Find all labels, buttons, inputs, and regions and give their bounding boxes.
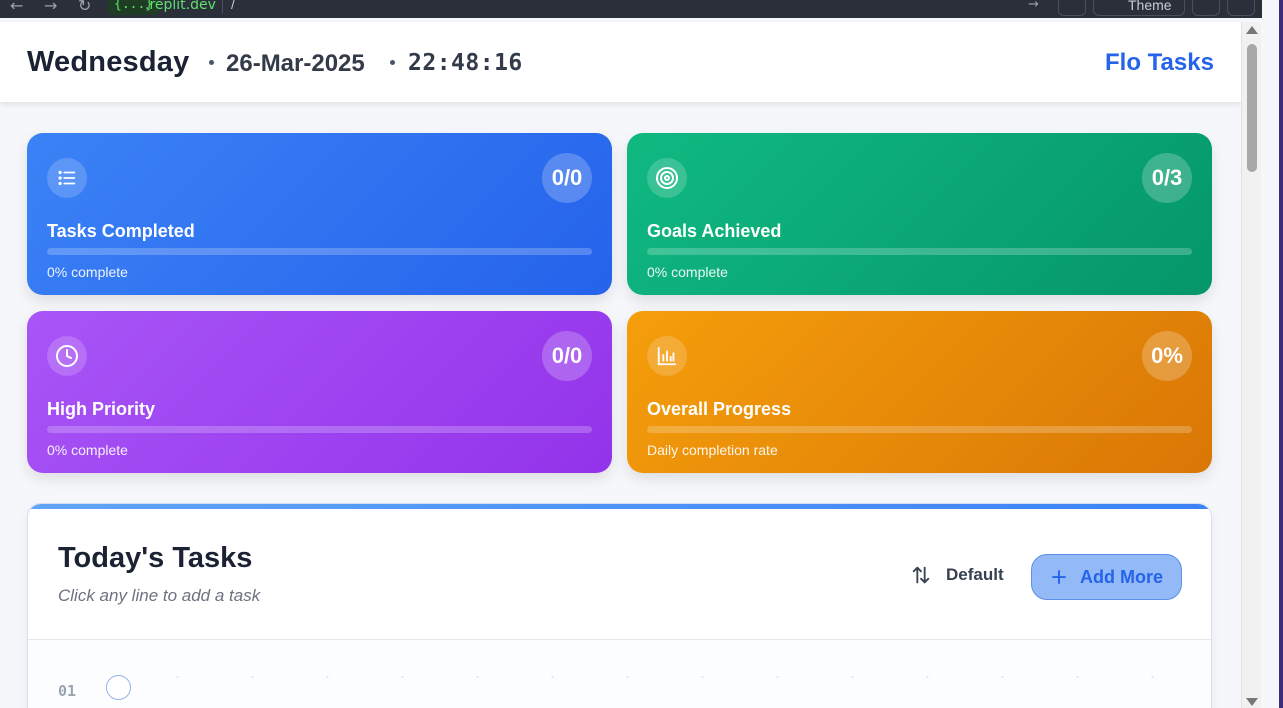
plus-icon xyxy=(1052,570,1066,584)
reload-icon[interactable]: ↻ xyxy=(78,0,91,15)
url-separator xyxy=(222,0,223,14)
progress-bar xyxy=(47,248,592,255)
tasks-title: Today's Tasks xyxy=(58,542,253,574)
stat-subtitle: 0% complete xyxy=(47,264,128,280)
stat-card-overall-progress[interactable]: 0% Overall Progress Daily completion rat… xyxy=(627,311,1212,473)
stat-count: 0/3 xyxy=(1142,153,1192,203)
stat-card-goals-achieved[interactable]: 0/3 Goals Achieved 0% complete xyxy=(627,133,1212,295)
tasks-hint: Click any line to add a task xyxy=(58,586,261,605)
stat-subtitle: 0% complete xyxy=(647,264,728,280)
devtools-icon[interactable] xyxy=(1192,0,1220,16)
device-icon[interactable] xyxy=(1058,0,1086,16)
stat-card-tasks-completed[interactable]: 0/0 Tasks Completed 0% complete xyxy=(27,133,612,295)
brand-logo[interactable]: Flo Tasks xyxy=(1105,49,1214,77)
stat-subtitle: 0% complete xyxy=(47,442,128,458)
stat-subtitle: Daily completion rate xyxy=(647,442,778,458)
target-icon xyxy=(647,158,687,198)
stat-card-high-priority[interactable]: 0/0 High Priority 0% complete xyxy=(27,311,612,473)
forward-arrow-icon[interactable]: → xyxy=(44,0,57,15)
sort-icon xyxy=(912,566,930,584)
separator-dot xyxy=(390,60,395,65)
theme-button[interactable]: Theme xyxy=(1093,0,1185,16)
browser-toolbar: ← → ↻ {...} .replit.dev / → Theme xyxy=(0,0,1262,18)
stat-label: High Priority xyxy=(47,399,156,419)
stat-count: 0/0 xyxy=(542,153,592,203)
task-checkbox[interactable] xyxy=(106,675,131,700)
weekday-label: Wednesday xyxy=(27,46,190,78)
sort-label: Default xyxy=(946,565,1004,584)
open-external-icon[interactable] xyxy=(1227,0,1255,16)
task-row[interactable]: 01 xyxy=(28,640,1211,708)
tasks-panel: Today's Tasks Click any line to add a ta… xyxy=(27,503,1212,708)
task-row-number: 01 xyxy=(58,682,77,700)
clock-label: 22:48:16 xyxy=(408,50,523,76)
date-label: 26-Mar-2025 xyxy=(226,50,365,77)
scroll-down-icon[interactable] xyxy=(1246,698,1258,706)
stat-count: 0% xyxy=(1142,331,1192,381)
back-arrow-icon[interactable]: ← xyxy=(10,0,23,15)
bar-chart-icon xyxy=(647,336,687,376)
window-edge xyxy=(1279,0,1283,708)
stat-count: 0/0 xyxy=(542,331,592,381)
go-arrow-icon[interactable]: → xyxy=(1028,0,1039,12)
stat-label: Goals Achieved xyxy=(647,221,782,241)
url-path[interactable]: / xyxy=(231,0,235,12)
sort-button[interactable]: Default xyxy=(910,564,1004,586)
clock-icon xyxy=(47,336,87,376)
panel-accent xyxy=(28,504,1211,509)
progress-bar xyxy=(647,248,1192,255)
add-more-button[interactable]: Add More xyxy=(1031,554,1182,600)
scroll-up-icon[interactable] xyxy=(1246,26,1258,34)
page-scrollbar[interactable] xyxy=(1241,22,1261,708)
progress-bar xyxy=(47,426,592,433)
stat-label: Tasks Completed xyxy=(47,221,195,241)
app-header: Wednesday 26-Mar-2025 22:48:16 Flo Tasks xyxy=(0,22,1241,102)
separator-dot xyxy=(209,60,214,65)
scrollbar-thumb[interactable] xyxy=(1247,44,1257,172)
list-icon xyxy=(47,158,87,198)
add-more-label: Add More xyxy=(1080,566,1163,587)
stat-label: Overall Progress xyxy=(647,399,792,419)
url-host[interactable]: .replit.dev xyxy=(145,0,216,13)
progress-bar xyxy=(647,426,1192,433)
task-line-placeholder[interactable] xyxy=(140,676,1190,678)
